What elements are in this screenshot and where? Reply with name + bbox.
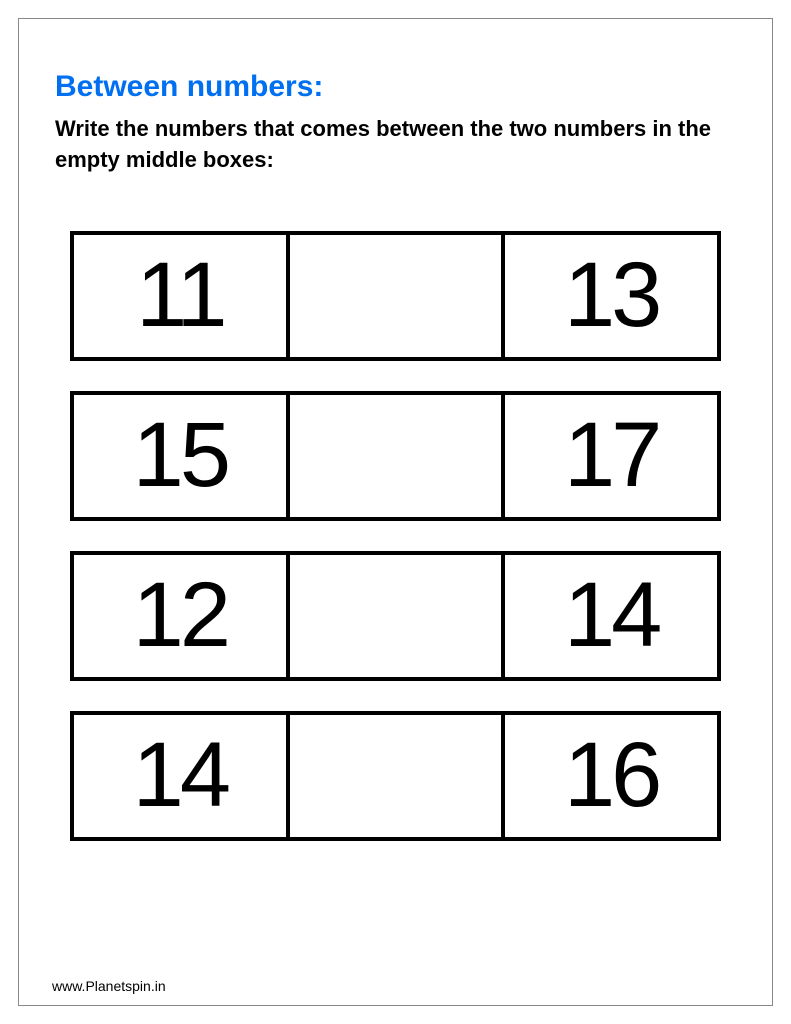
- page-border: [18, 18, 773, 1006]
- footer-text: www.Planetspin.in: [52, 978, 166, 994]
